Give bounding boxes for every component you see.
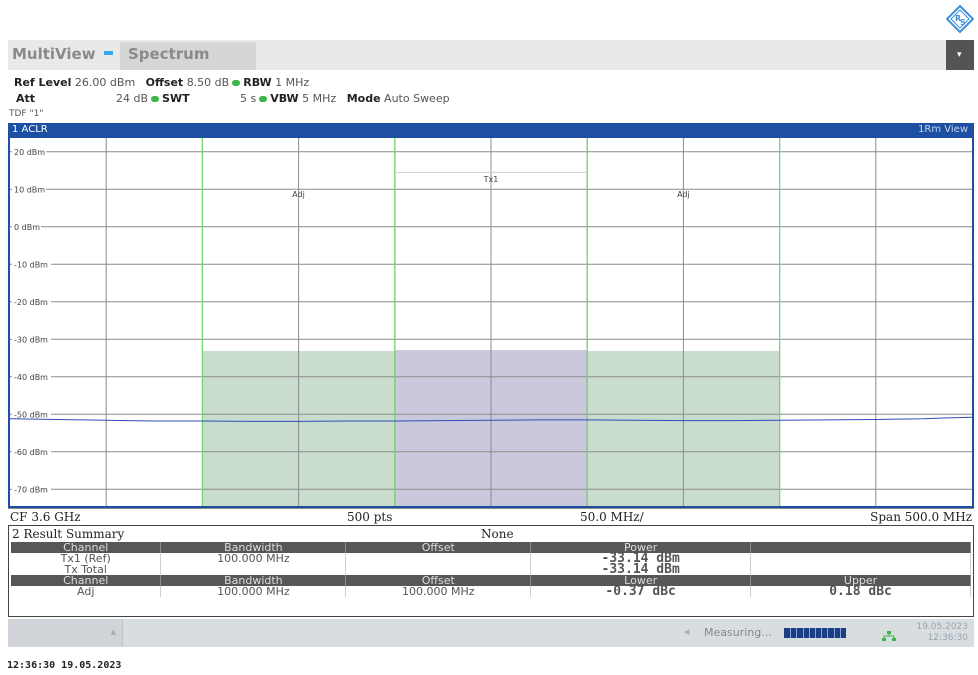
table-cell: Adj — [11, 586, 162, 597]
table-header-row: Channel Bandwidth Offset Power — [11, 542, 971, 553]
network-icon — [882, 627, 896, 646]
table-cell: 100.000 MHz — [160, 586, 347, 597]
span: Span 500.0 MHz — [870, 510, 972, 524]
table-cell — [345, 553, 532, 564]
ref-level-label: Ref Level — [14, 76, 72, 89]
x-axis-info: CF 3.6 GHz 500 pts 50.0 MHz/ Span 500.0 … — [8, 508, 974, 524]
aclr-panel-header[interactable]: 1 ACLR 1Rm View — [8, 123, 974, 138]
swt-value[interactable]: 5 s — [240, 92, 256, 105]
app-title: MultiView — [12, 45, 96, 63]
progress-segment — [790, 628, 792, 638]
menu-button[interactable]: ▾ — [946, 40, 974, 70]
column-header — [750, 542, 971, 553]
coupled-indicator-icon — [259, 95, 268, 102]
capture-timestamp: 12:36:30 19.05.2023 — [7, 660, 122, 671]
progress-segment — [827, 628, 829, 638]
vbw-value[interactable]: 5 MHz — [302, 92, 336, 105]
status-left-panel[interactable]: ▲ — [8, 619, 123, 647]
sweep-points: 500 pts — [347, 510, 393, 524]
y-tick-label: 0 dBm — [14, 223, 40, 232]
rbw-value[interactable]: 1 MHz — [275, 76, 309, 89]
table-cell: 0.18 dBc — [750, 585, 971, 598]
table-row: Tx Total -33.14 dBm — [11, 563, 971, 576]
status-bar: ▲ ◀ Measuring... 19.05.2023 12:36:30 — [8, 619, 974, 647]
svg-text:S: S — [960, 18, 966, 27]
table-cell: 100.000 MHz — [160, 553, 347, 564]
channel-label: Adj — [677, 190, 690, 199]
table-cell: 100.000 MHz — [345, 586, 532, 597]
tab-spectrum-label: Spectrum — [128, 45, 210, 63]
progress-segment — [833, 628, 835, 638]
measuring-status: Measuring... — [704, 626, 772, 639]
y-tick-label: 20 dBm — [14, 148, 45, 157]
progress-segment — [839, 628, 841, 638]
mode-value[interactable]: Auto Sweep — [384, 92, 450, 105]
result-table: Channel Bandwidth Offset Power Tx1 (Ref)… — [11, 542, 971, 598]
tab-spectrum[interactable]: Spectrum — [120, 42, 256, 70]
status-datetime: 19.05.2023 12:36:30 — [916, 622, 968, 644]
expand-arrow-icon: ▲ — [110, 628, 116, 636]
y-tick-label: -40 dBm — [14, 373, 48, 382]
rohde-schwarz-logo: R S — [945, 4, 975, 34]
table-cell — [750, 553, 971, 564]
ref-level-value[interactable]: 26.00 dBm — [75, 76, 135, 89]
chevron-down-icon: ▾ — [957, 50, 962, 60]
table-cell: -0.37 dBc — [530, 585, 752, 598]
att-value[interactable]: 24 dB — [116, 92, 148, 105]
result-summary: 2 Result Summary None Channel Bandwidth … — [8, 525, 974, 617]
y-tick-label: -30 dBm — [14, 335, 48, 344]
y-tick-label: -70 dBm — [14, 485, 48, 494]
aclr-chart: 20 dBm 10 dBm 0 dBm -10 dBm -20 dBm -30 dBm -4… — [10, 138, 972, 506]
title-bar: MultiView Spectrum ▾ — [8, 40, 974, 70]
tdf-label: TDF "1" — [9, 109, 44, 119]
rbw-label: RBW — [243, 76, 272, 89]
frequency-per-division: 50.0 MHz/ — [580, 510, 644, 524]
y-tick-label: 10 dBm — [14, 185, 45, 194]
progress-segment — [808, 628, 810, 638]
spectrum-plot[interactable]: 20 dBm 10 dBm 0 dBm -10 dBm -20 dBm -30 dBm -4… — [8, 138, 974, 508]
swt-label: SWT — [162, 92, 190, 105]
table-header-row: Channel Bandwidth Offset Lower Upper — [11, 575, 971, 586]
status-date: 19.05.2023 — [916, 622, 968, 632]
table-row: Adj 100.000 MHz 100.000 MHz -0.37 dBc 0.… — [11, 585, 971, 598]
y-tick-label: -20 dBm — [14, 298, 48, 307]
offset-label: Offset — [145, 76, 184, 89]
coupled-indicator-icon — [232, 79, 241, 86]
mode-label: Mode — [346, 92, 381, 105]
att-label: Att — [16, 92, 36, 105]
status-time: 12:36:30 — [927, 633, 968, 643]
progress-segment — [802, 628, 804, 638]
column-header: Offset — [345, 542, 532, 553]
y-tick-label: -10 dBm — [14, 260, 48, 269]
multiview-indicator-icon — [104, 51, 113, 55]
result-summary-status: None — [481, 527, 514, 541]
status-arrow-icon: ◀ — [684, 628, 690, 636]
result-summary-title: 2 Result Summary — [12, 527, 125, 541]
center-frequency: CF 3.6 GHz — [10, 510, 81, 524]
y-tick-label: -60 dBm — [14, 448, 48, 457]
channel-label: Tx1 — [483, 175, 499, 184]
progress-bar — [784, 628, 846, 638]
progress-segment — [821, 628, 823, 638]
channel-label: Adj — [292, 190, 305, 199]
y-tick-label: -50 dBm — [14, 410, 48, 419]
offset-value[interactable]: 8.50 dB — [187, 76, 230, 89]
table-row: Tx1 (Ref) 100.000 MHz -33.14 dBm — [11, 552, 971, 565]
trace-view-label: 1Rm View — [918, 124, 968, 135]
vbw-label: VBW — [270, 92, 299, 105]
coupled-indicator-icon — [151, 95, 160, 102]
progress-segment — [796, 628, 798, 638]
progress-segment — [815, 628, 816, 638]
panel-title: 1 ACLR — [12, 124, 48, 135]
